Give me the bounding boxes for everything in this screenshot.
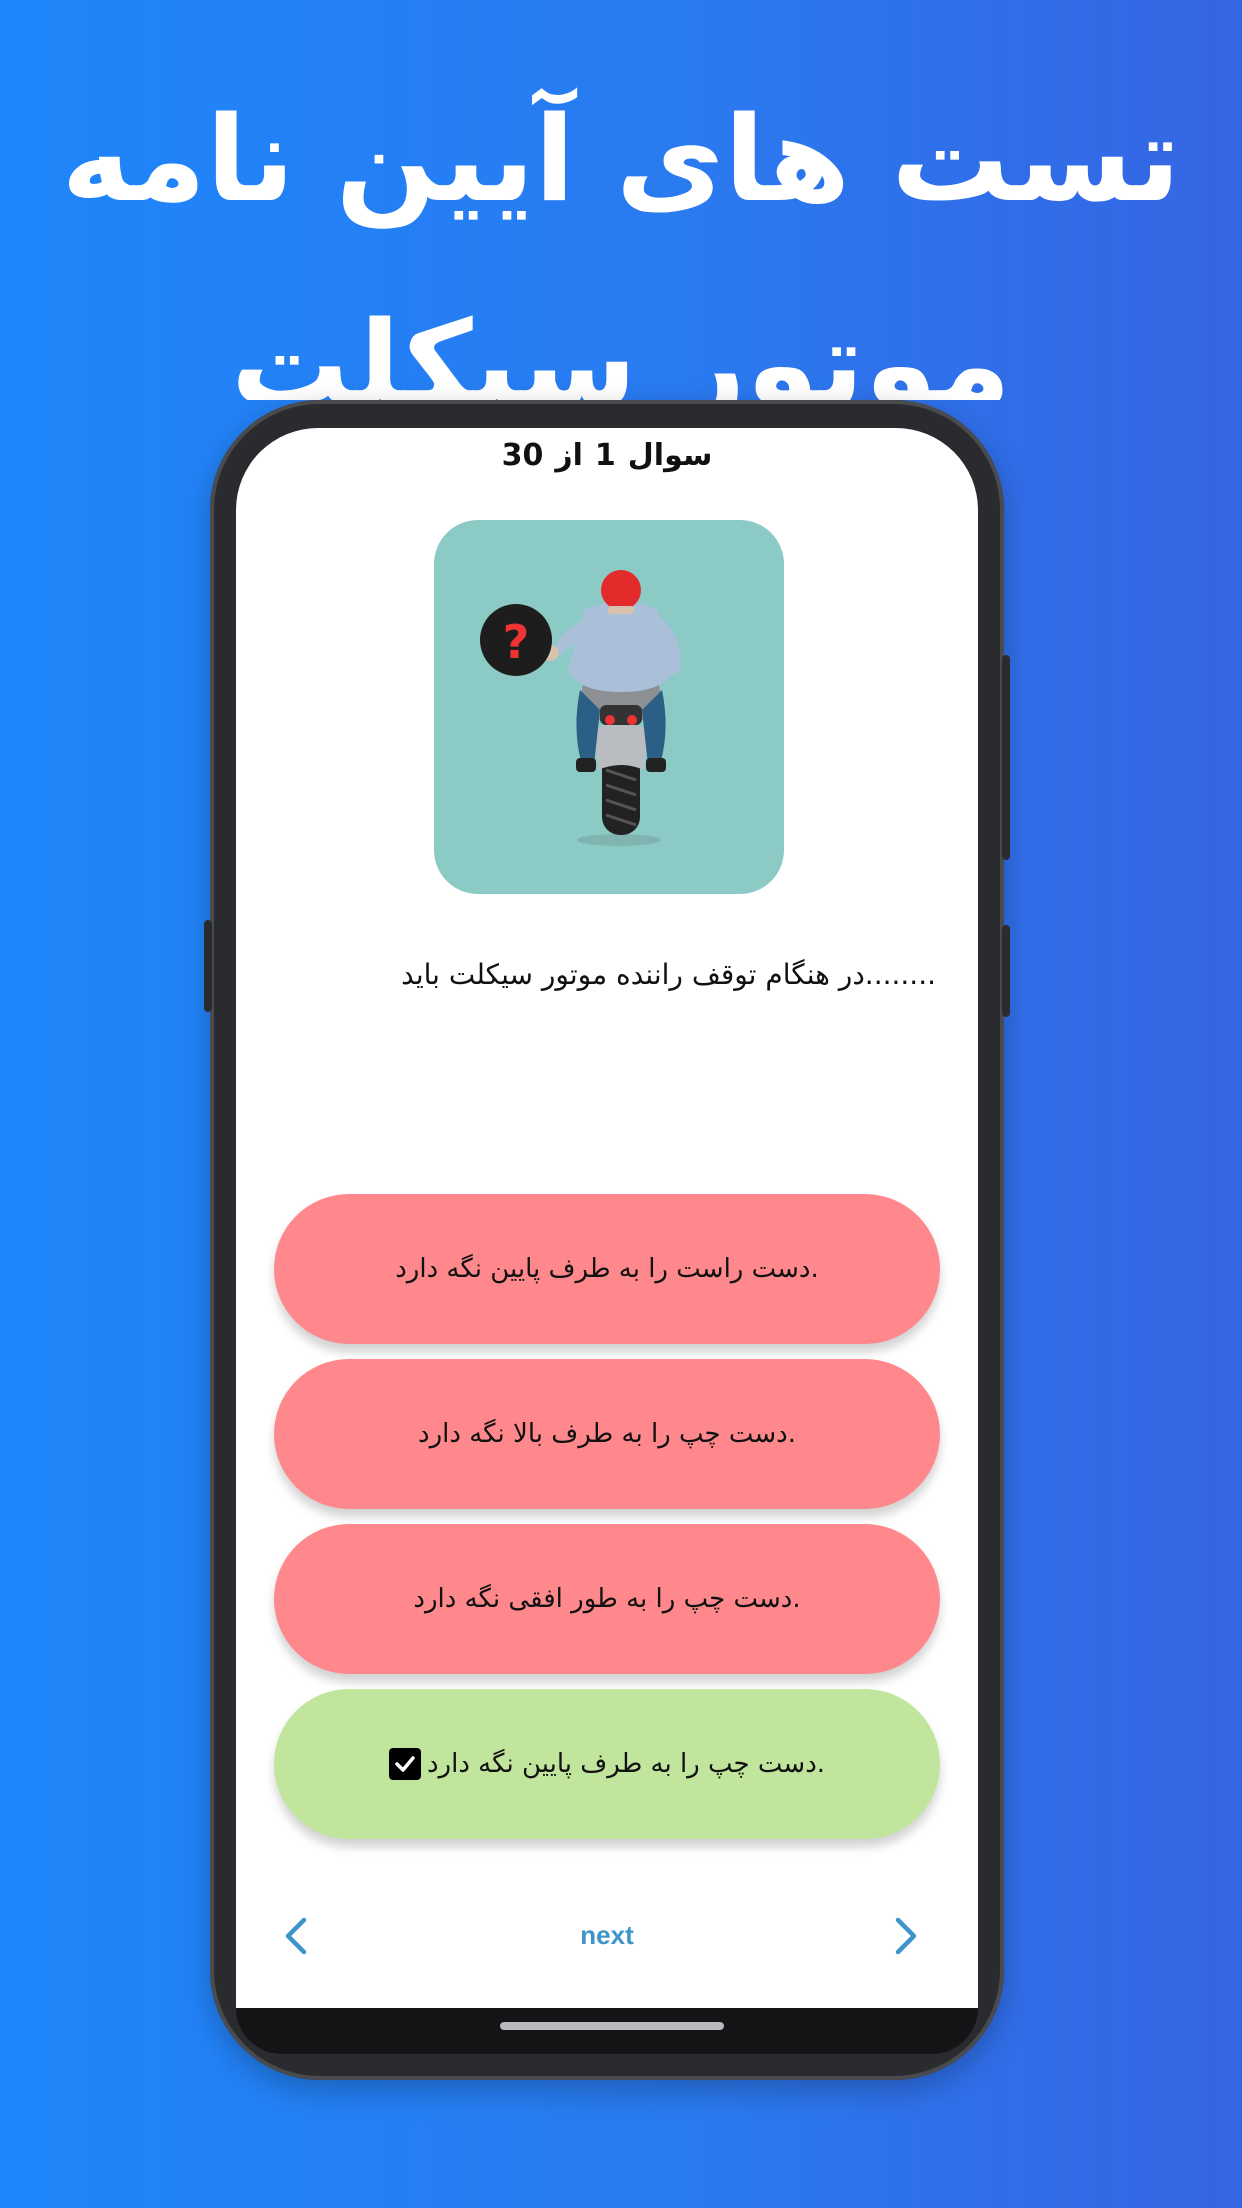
counter-current: 1 [594,438,616,473]
answer-list: .دست راست را به طرف پایین نگه دارد .دست … [274,1194,940,1854]
phone-side-button [204,920,212,1012]
answer-option-4[interactable]: .دست چپ را به طرف پایین نگه دارد [274,1689,940,1839]
answer-option-label: .دست چپ را به طرف بالا نگه دارد [418,1419,797,1449]
promo-header: تست های آیین نامه موتور سیکلت [0,0,1242,400]
answer-option-label: .دست راست را به طرف پایین نگه دارد [395,1254,819,1284]
counter-label: سوال [627,438,713,473]
question-counter: سوال 1 از 30 [236,438,978,473]
promo-title-line2: موتور سیکلت [230,295,1012,400]
motorcyclist-illustration: ? [480,570,681,846]
answer-option-2[interactable]: .دست چپ را به طرف بالا نگه دارد [274,1359,940,1509]
answer-option-3[interactable]: .دست چپ را به طور افقی نگه دارد [274,1524,940,1674]
phone-side-button [1002,655,1010,860]
phone-frame: سوال 1 از 30 ? ........در هنگام توقف راننده… [204,400,1010,2080]
svg-text:?: ? [503,615,530,669]
phone-side-button [1002,925,1010,1017]
counter-of: از [555,438,583,473]
home-indicator[interactable] [500,2022,724,2030]
chevron-right-icon [895,1917,917,1955]
counter-total: 30 [501,438,544,473]
checkbox-checked-icon [388,1748,421,1780]
promo-title-line1: تست های آیین نامه [61,90,1181,228]
question-text: ........در هنگام توقف راننده موتور سیکلت… [401,958,936,991]
question-illustration: ? [434,520,784,894]
next-button[interactable]: next [236,1920,978,1951]
phone-bottom-bezel [236,2008,978,2054]
answer-option-label: .دست چپ را به طور افقی نگه دارد [413,1584,801,1614]
app-screen: سوال 1 از 30 ? ........در هنگام توقف راننده… [236,428,978,2008]
answer-option-1[interactable]: .دست راست را به طرف پایین نگه دارد [274,1194,940,1344]
next-arrow-button[interactable] [890,1914,922,1962]
answer-option-label: .دست چپ را به طرف پایین نگه دارد [426,1749,826,1779]
question-navigation: next [236,1908,978,1968]
